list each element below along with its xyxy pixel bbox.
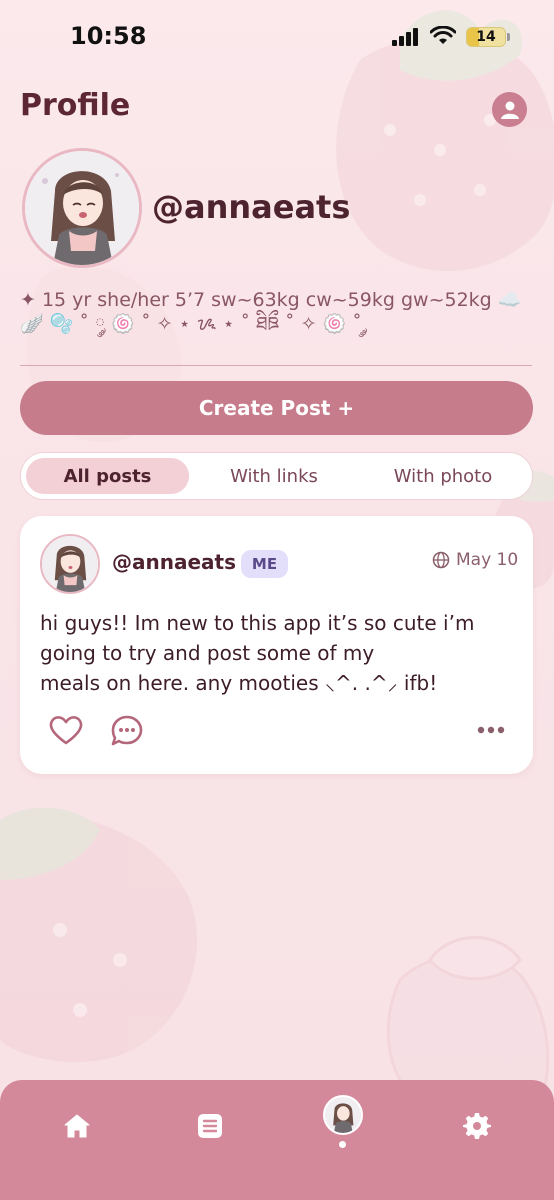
post-text: hi guys!! Im new to this app it’s so cut… bbox=[40, 611, 475, 695]
post-date: May 10 bbox=[456, 550, 519, 570]
tab-with-links[interactable]: With links bbox=[189, 458, 359, 494]
more-icon bbox=[477, 726, 505, 734]
active-tab-indicator bbox=[339, 1141, 346, 1148]
profile-avatar[interactable] bbox=[22, 148, 142, 268]
divider bbox=[20, 365, 532, 366]
list-icon bbox=[198, 1114, 222, 1138]
post-username[interactable]: @annaeats bbox=[112, 550, 236, 574]
nav-profile-avatar[interactable] bbox=[323, 1095, 363, 1135]
like-button[interactable] bbox=[48, 714, 84, 750]
post-avatar[interactable] bbox=[40, 534, 100, 594]
profile-username: @annaeats bbox=[152, 188, 351, 226]
comment-button[interactable] bbox=[110, 714, 144, 752]
nav-home[interactable] bbox=[57, 1106, 97, 1146]
tab-all-posts[interactable]: All posts bbox=[26, 458, 189, 494]
home-icon bbox=[64, 1114, 90, 1138]
post-filter-tabs: All posts With links With photo bbox=[20, 452, 533, 500]
nav-settings[interactable] bbox=[457, 1106, 497, 1146]
more-options-button[interactable] bbox=[476, 720, 506, 739]
account-icon bbox=[500, 101, 519, 119]
signal-icon bbox=[392, 28, 420, 50]
profile-bio: ✦ 15 yr she/her 5’7 sw~63kg cw~59kg gw~5… bbox=[20, 289, 522, 335]
status-bar: 10:58 14 bbox=[0, 0, 554, 70]
post-date-wrap: May 10 bbox=[432, 550, 518, 570]
me-badge: ME bbox=[241, 550, 288, 578]
account-button[interactable] bbox=[492, 92, 527, 127]
battery-cap bbox=[507, 33, 510, 41]
globe-icon bbox=[432, 551, 450, 569]
page-title: Profile bbox=[20, 88, 131, 123]
settings-icon bbox=[463, 1113, 491, 1139]
post-card: @annaeats ME May 10 hi guys!! Im new to … bbox=[20, 516, 533, 774]
create-post-button[interactable]: Create Post + bbox=[20, 381, 533, 435]
heart-icon bbox=[49, 716, 83, 745]
bottom-nav bbox=[0, 1080, 554, 1200]
nav-feed[interactable] bbox=[190, 1106, 230, 1146]
wifi-icon bbox=[429, 25, 457, 50]
status-time: 10:58 bbox=[70, 22, 147, 50]
tab-with-photo[interactable]: With photo bbox=[359, 458, 527, 494]
battery-icon: 14 bbox=[466, 27, 506, 47]
battery-level: 14 bbox=[476, 29, 496, 45]
comment-icon bbox=[111, 715, 143, 746]
